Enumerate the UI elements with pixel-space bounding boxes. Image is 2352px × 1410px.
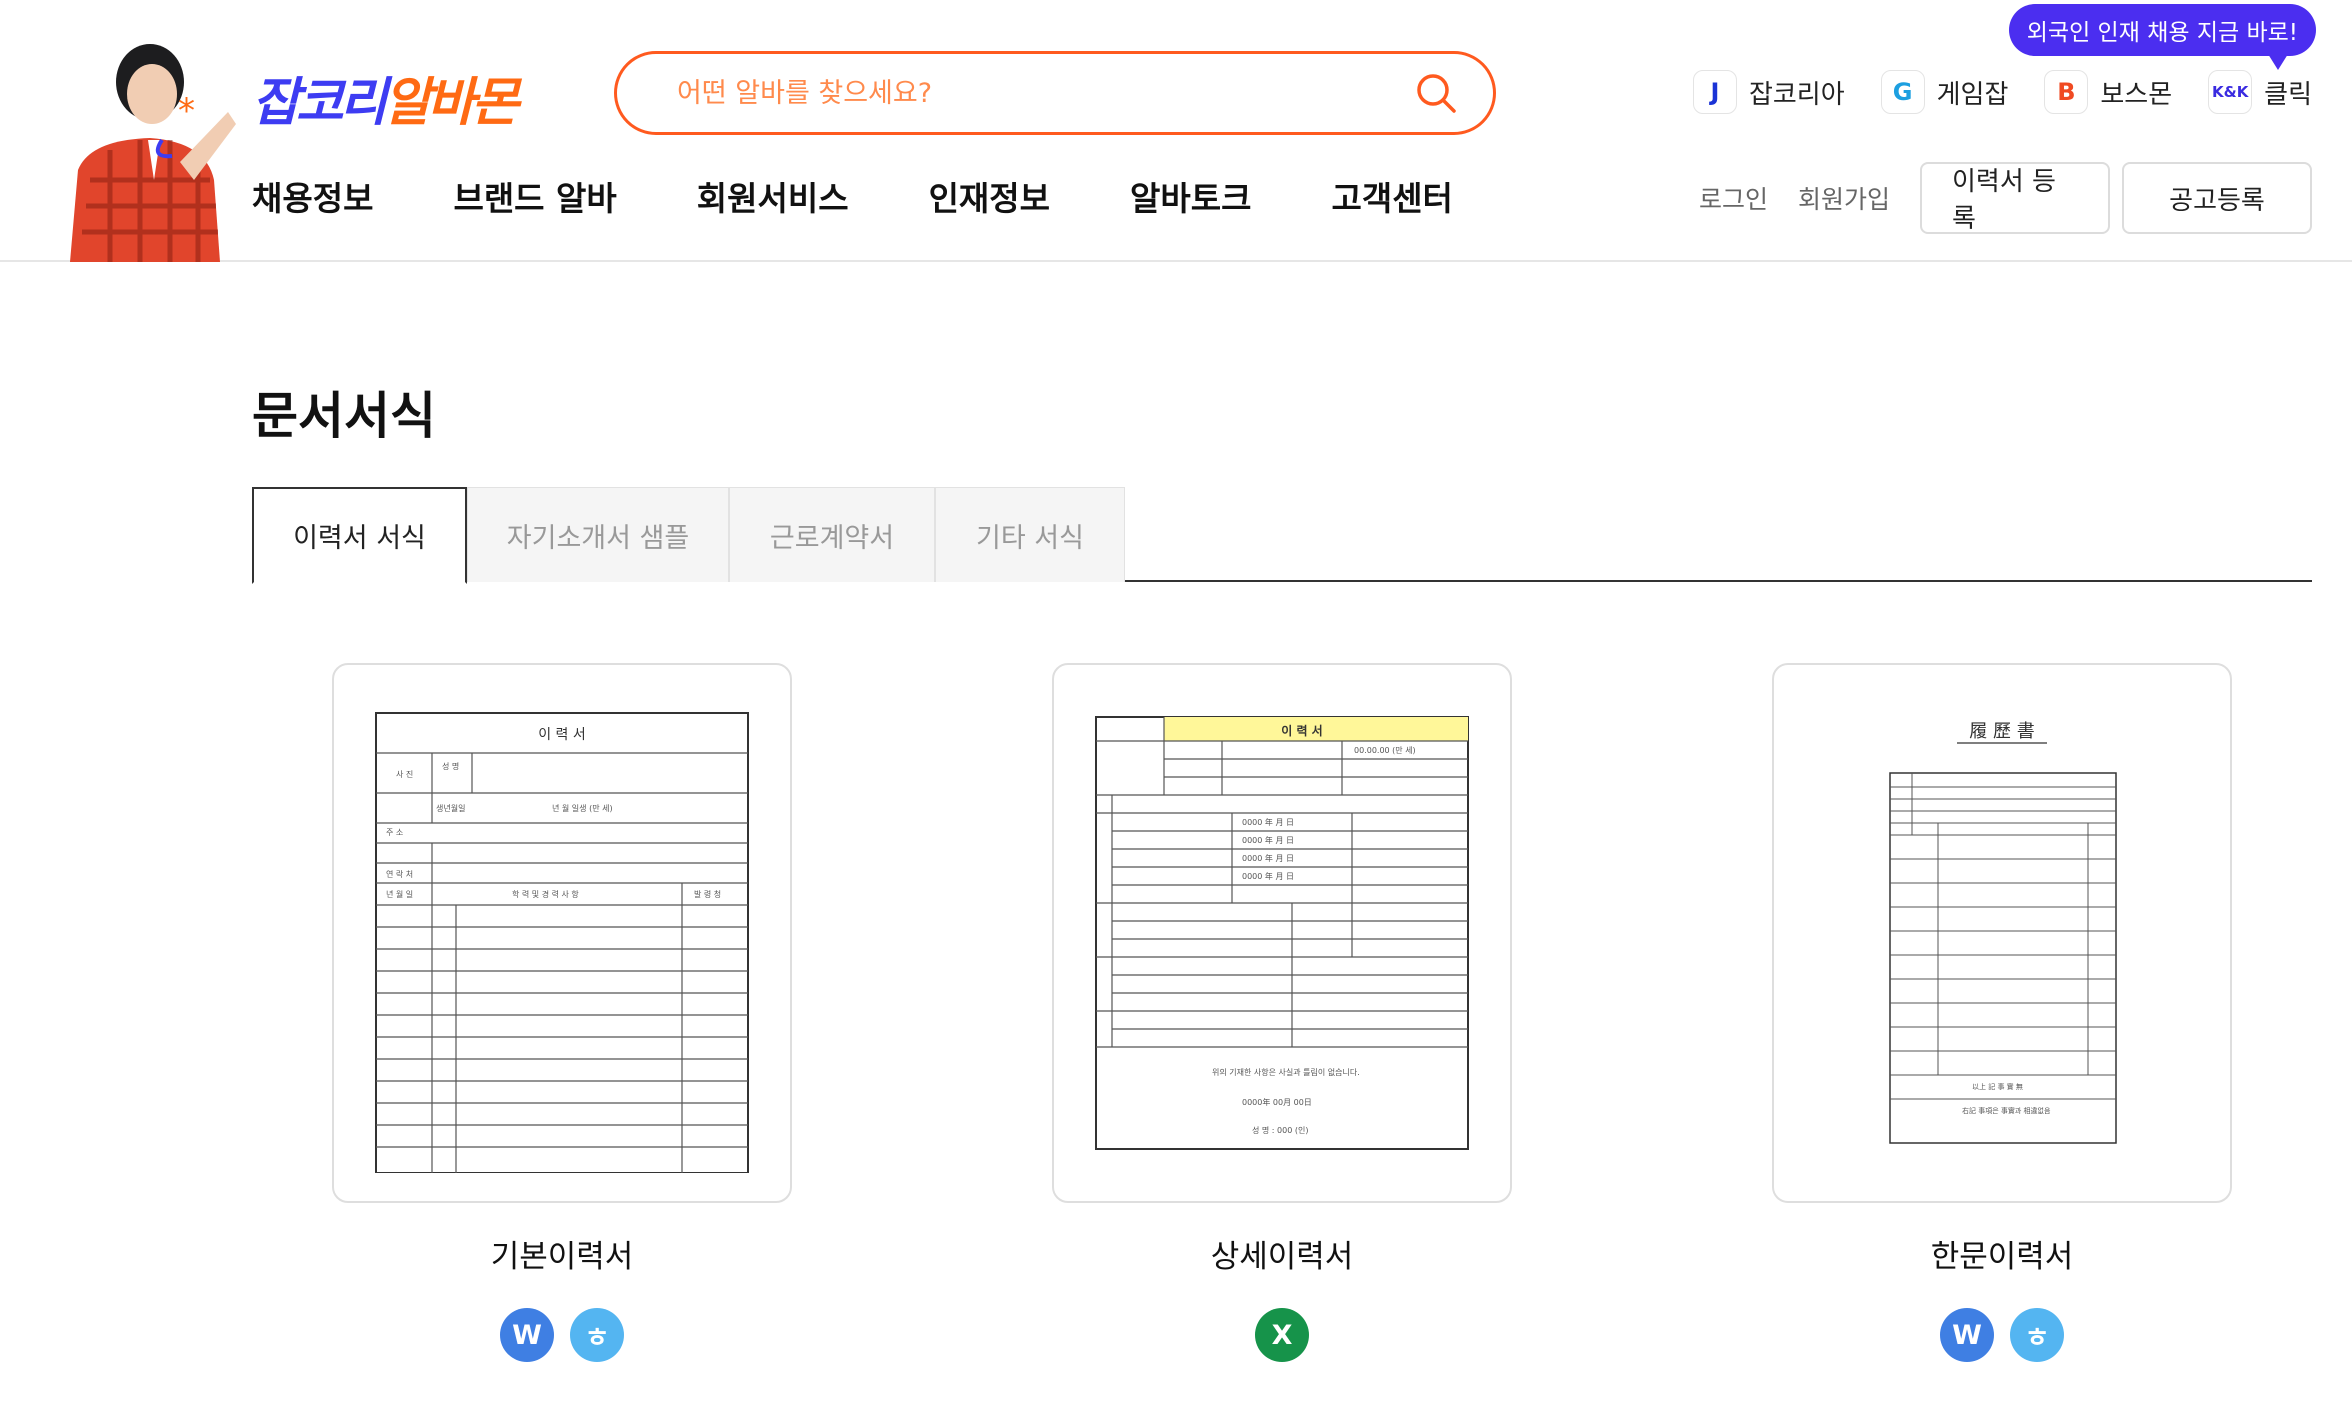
family-site-label: 클릭 [2264,79,2312,110]
foreign-hiring-promo-bubble[interactable]: 외국인 인재 채용 지금 바로! [2008,4,2316,70]
nav-recruit-info[interactable]: 채용정보 [252,172,373,220]
hanja-resume-thumbnail: 履 歷 書 以上 記 事 實 無 右記 事項은 事實과 相違없음 [1889,721,2117,1144]
document-name: 기본이력서 [490,1239,634,1275]
logo-text-part1: 잡코리 [252,73,388,133]
download-format-icons: W ㅎ [332,1308,792,1362]
svg-text:0000 年 月 日: 0000 年 月 日 [1242,871,1294,881]
tab-resume-forms[interactable]: 이력서 서식 [252,487,467,584]
svg-text:연 락 처: 연 락 처 [386,869,413,879]
document-card: 이 력 서 00.00.00 (만 세) 0000 年 月 日 0000 年 月… [1052,663,1512,1362]
hangul-download-icon[interactable]: ㅎ [570,1308,624,1362]
word-download-icon[interactable]: W [1940,1308,1994,1362]
document-tabs: 이력서 서식 자기소개서 샘플 근로계약서 기타 서식 [252,487,2312,584]
family-site-gamejob[interactable]: G 게임잡 [1880,70,2009,114]
svg-text:생년월일: 생년월일 [436,803,465,813]
jobkorea-logo-icon: J [1692,70,1737,114]
site-logo[interactable]: 잡코리 알바몬 [252,60,520,135]
klik-logo-icon: K&K [2208,70,2253,114]
svg-text:右記 事項은 事實과 相違없음: 右記 事項은 事實과 相違없음 [1962,1106,2051,1115]
document-preview[interactable]: 이 력 서 사 진 성 명 생년월일 년 월 일생 (만 세) 주 소 연 락 처… [332,663,792,1203]
family-site-click[interactable]: K&K 클릭 [2208,70,2312,114]
logo-text-part2: 알바몬 [383,73,520,133]
document-card: 이 력 서 사 진 성 명 생년월일 년 월 일생 (만 세) 주 소 연 락 처… [332,663,792,1362]
svg-text:0000 年 月 日: 0000 年 月 日 [1242,853,1294,863]
page-title: 문서서식 [252,387,436,445]
svg-text:이 력 서: 이 력 서 [538,727,586,743]
register-resume-button[interactable]: 이력서 등록 [1920,162,2110,234]
tab-cover-letter-samples[interactable]: 자기소개서 샘플 [467,487,729,582]
search-bar [614,51,1496,135]
bossmon-logo-icon: B [2044,70,2089,114]
svg-text:0000 年 月 日: 0000 年 月 日 [1242,817,1294,827]
svg-text:년 월 일: 년 월 일 [386,889,413,899]
document-card: 履 歷 書 以上 記 事 實 無 右記 事項은 事實과 相違없음 한문이력서 W… [1772,663,2232,1362]
svg-text:00.00.00 (만 세): 00.00.00 (만 세) [1354,746,1416,755]
hangul-download-icon[interactable]: ㅎ [2010,1308,2064,1362]
document-preview[interactable]: 履 歷 書 以上 記 事 實 無 右記 事項은 事實과 相違없음 [1772,663,2232,1203]
nav-brand-alba[interactable]: 브랜드 알바 [453,172,616,220]
document-name: 한문이력서 [1930,1239,2074,1275]
nav-alba-talk[interactable]: 알바토크 [1130,172,1251,220]
svg-text:사 진: 사 진 [396,769,413,779]
svg-text:履 歷 書: 履 歷 書 [1969,721,2034,742]
site-header: * 잡코리 알바몬 외국인 인재 채용 지금 바로! J 잡코리아 G 게임잡 … [0,0,2352,262]
tab-labor-contract[interactable]: 근로계약서 [729,487,935,582]
family-site-bossmon[interactable]: B 보스몬 [2044,70,2172,114]
gamejob-logo-icon: G [1880,70,1925,114]
user-utility: 로그인 회원가입 이력서 등록 공고등록 [1699,162,2312,234]
svg-text:학 력 및 경 력 사 항: 학 력 및 경 력 사 항 [512,889,579,899]
svg-text:위의 기재한 사항은 사실과 틀림이 없습니다.: 위의 기재한 사항은 사실과 틀림이 없습니다. [1212,1067,1360,1077]
search-icon[interactable] [1413,70,1459,116]
document-name: 상세이력서 [1210,1239,1354,1275]
family-site-label: 잡코리아 [1748,79,1845,110]
family-site-jobkorea[interactable]: J 잡코리아 [1692,70,1845,114]
svg-text:주 소: 주 소 [386,828,403,837]
word-download-icon[interactable]: W [500,1308,554,1362]
svg-text:0000 年 月 日: 0000 年 月 日 [1242,835,1294,845]
svg-text:*: * [178,91,195,131]
svg-text:발 령 청: 발 령 청 [694,889,721,899]
family-site-label: 보스몬 [2100,79,2173,110]
detailed-resume-thumbnail: 이 력 서 00.00.00 (만 세) 0000 年 月 日0000 年 月 … [1095,716,1469,1150]
search-input[interactable] [677,77,1413,109]
nav-customer-center[interactable]: 고객센터 [1331,172,1452,220]
login-link[interactable]: 로그인 [1699,180,1768,216]
family-site-label: 게임잡 [1936,79,2009,110]
svg-text:이 력 서: 이 력 서 [1281,723,1322,738]
register-posting-button[interactable]: 공고등록 [2122,162,2312,234]
signup-link[interactable]: 회원가입 [1798,180,1890,216]
document-preview[interactable]: 이 력 서 00.00.00 (만 세) 0000 年 月 日 0000 年 月… [1052,663,1512,1203]
svg-text:0000年 00月 00日: 0000年 00月 00日 [1242,1097,1312,1107]
family-sites: J 잡코리아 G 게임잡 B 보스몬 K&K 클릭 [1692,70,2312,114]
tab-other-forms[interactable]: 기타 서식 [935,487,1125,582]
svg-text:성 명: 성 명 [442,761,459,771]
nav-talent-info[interactable]: 인재정보 [929,172,1050,220]
svg-text:성 명 : 000 (인): 성 명 : 000 (인) [1252,1125,1308,1135]
svg-text:년 월 일생 (만 세): 년 월 일생 (만 세) [552,803,613,813]
basic-resume-thumbnail: 이 력 서 사 진 성 명 생년월일 년 월 일생 (만 세) 주 소연 락 처 … [375,712,749,1173]
mascot-image: * [30,30,240,262]
main-navigation: 채용정보 브랜드 알바 회원서비스 인재정보 알바토크 고객센터 [252,172,1453,220]
download-format-icons: X [1052,1308,1512,1362]
svg-text:以上 記 事 實 無: 以上 記 事 實 無 [1972,1082,2023,1091]
excel-download-icon[interactable]: X [1255,1308,1309,1362]
download-format-icons: W ㅎ [1772,1308,2232,1362]
nav-member-service[interactable]: 회원서비스 [697,172,849,220]
